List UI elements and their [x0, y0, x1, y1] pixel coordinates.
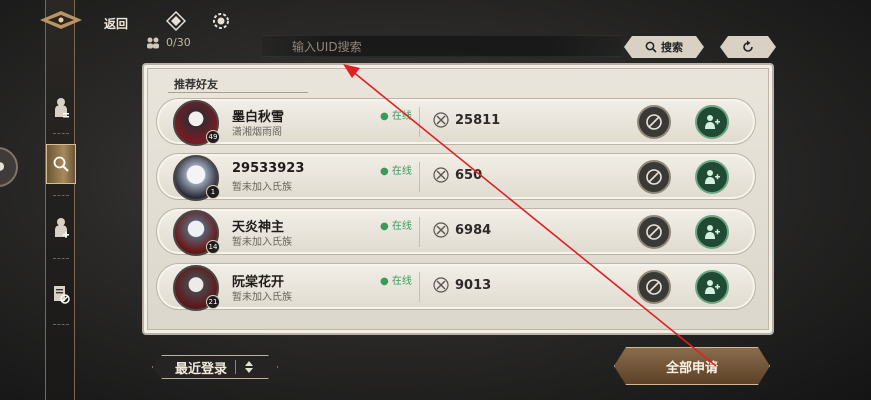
refresh-button[interactable] [720, 36, 776, 58]
sort-label: 最近登录 [175, 361, 228, 377]
row-divider [419, 162, 420, 192]
block-icon [646, 279, 662, 295]
crossed-swords-icon [433, 277, 449, 293]
diamond-emblem-icon[interactable] [166, 11, 186, 31]
row-divider [419, 217, 420, 247]
sort-separator [235, 360, 237, 374]
friends-icon [147, 37, 159, 48]
blacklist-tab[interactable] [46, 274, 76, 314]
uid-search-bar [262, 35, 622, 57]
block-icon [646, 224, 662, 240]
friend-clan: 暂未加入氏族 [232, 182, 292, 193]
search-icon [53, 156, 69, 172]
crossed-swords-icon [433, 112, 449, 128]
friend-row[interactable]: 21 阮棠花开 暂未加入氏族 ● 在线 9013 [156, 263, 756, 311]
sort-dropdown[interactable]: 最近登录 [152, 355, 278, 379]
level-badge: 21 [206, 295, 220, 309]
friend-clan: 暂未加入氏族 [232, 237, 292, 248]
online-status-text: 在线 [391, 221, 412, 232]
chat-bubble-icon [0, 162, 4, 171]
panel-title: 推荐好友 [174, 78, 218, 91]
level-badge: 1 [206, 185, 220, 199]
friend-row[interactable]: 1 29533923 暂未加入氏族 ● 在线 650 [156, 153, 756, 201]
uid-search-input[interactable] [292, 37, 592, 56]
online-status-text: 在线 [391, 166, 412, 177]
friend-row[interactable]: 49 墨白秋雪 潇湘烟雨阁 ● 在线 25811 [156, 98, 756, 146]
power-value: 6984 [455, 223, 492, 238]
level-badge: 14 [206, 240, 220, 254]
add-friend-icon [705, 170, 720, 184]
power-value: 25811 [455, 113, 501, 128]
search-button[interactable]: 搜索 [624, 36, 704, 58]
add-friend-icon [705, 225, 720, 239]
block-icon [646, 114, 662, 130]
friend-counter: 0/30 [146, 36, 191, 49]
gear-badge-icon[interactable] [211, 11, 231, 31]
add-friend-icon [705, 280, 720, 294]
online-status-text: 在线 [391, 276, 412, 287]
apply-all-button[interactable]: 全部申请 [614, 347, 770, 385]
add-friend-button[interactable] [695, 215, 729, 249]
block-button[interactable] [637, 215, 671, 249]
search-friend-tab[interactable] [46, 144, 76, 184]
recommended-friends-panel: 推荐好友 49 墨白秋雪 潇湘烟雨阁 ● 在线 25811 1 29533923… [142, 63, 774, 335]
friend-row[interactable]: 14 天炎神主 暂未加入氏族 ● 在线 6984 [156, 208, 756, 256]
add-friend-button[interactable] [695, 105, 729, 139]
add-friend-button[interactable] [695, 160, 729, 194]
block-button[interactable] [637, 160, 671, 194]
crossed-swords-icon [433, 222, 449, 238]
level-badge: 49 [206, 130, 220, 144]
online-status: ● 在线 [380, 166, 412, 177]
add-friend-button[interactable] [695, 270, 729, 304]
friend-request-tab[interactable] [46, 208, 76, 248]
row-divider [419, 272, 420, 302]
search-button-label: 搜索 [661, 41, 683, 54]
row-divider [419, 107, 420, 137]
block-button[interactable] [637, 105, 671, 139]
rail-divider [53, 258, 69, 259]
sort-toggle-icon [245, 361, 254, 373]
person-list-icon [55, 98, 69, 118]
rail-divider [53, 133, 69, 134]
rail-divider [53, 195, 69, 196]
online-status: ● 在线 [380, 221, 412, 232]
rail-divider [53, 324, 69, 325]
crossed-swords-icon [433, 167, 449, 183]
friend-clan: 潇湘烟雨阁 [232, 127, 282, 138]
back-emblem-icon[interactable] [38, 8, 84, 32]
title-underline [168, 92, 308, 93]
power-value: 9013 [455, 278, 492, 293]
friend-list-tab[interactable] [46, 88, 76, 128]
friend-clan: 暂未加入氏族 [232, 292, 292, 303]
online-status: ● 在线 [380, 111, 412, 122]
chat-edge-button[interactable] [0, 147, 18, 187]
block-icon [646, 169, 662, 185]
online-status: ● 在线 [380, 276, 412, 287]
add-friend-icon [705, 115, 720, 129]
refresh-icon [743, 40, 753, 52]
power-value: 650 [455, 168, 483, 183]
back-button[interactable]: 返回 [104, 15, 128, 32]
friend-name: 29533923 [232, 161, 305, 176]
add-person-icon [55, 218, 69, 238]
left-nav-rail [45, 0, 76, 400]
online-status-text: 在线 [391, 111, 412, 122]
search-icon [645, 41, 657, 53]
friend-count-text: 0/30 [166, 36, 191, 49]
blocked-list-icon [54, 286, 70, 304]
block-button[interactable] [637, 270, 671, 304]
